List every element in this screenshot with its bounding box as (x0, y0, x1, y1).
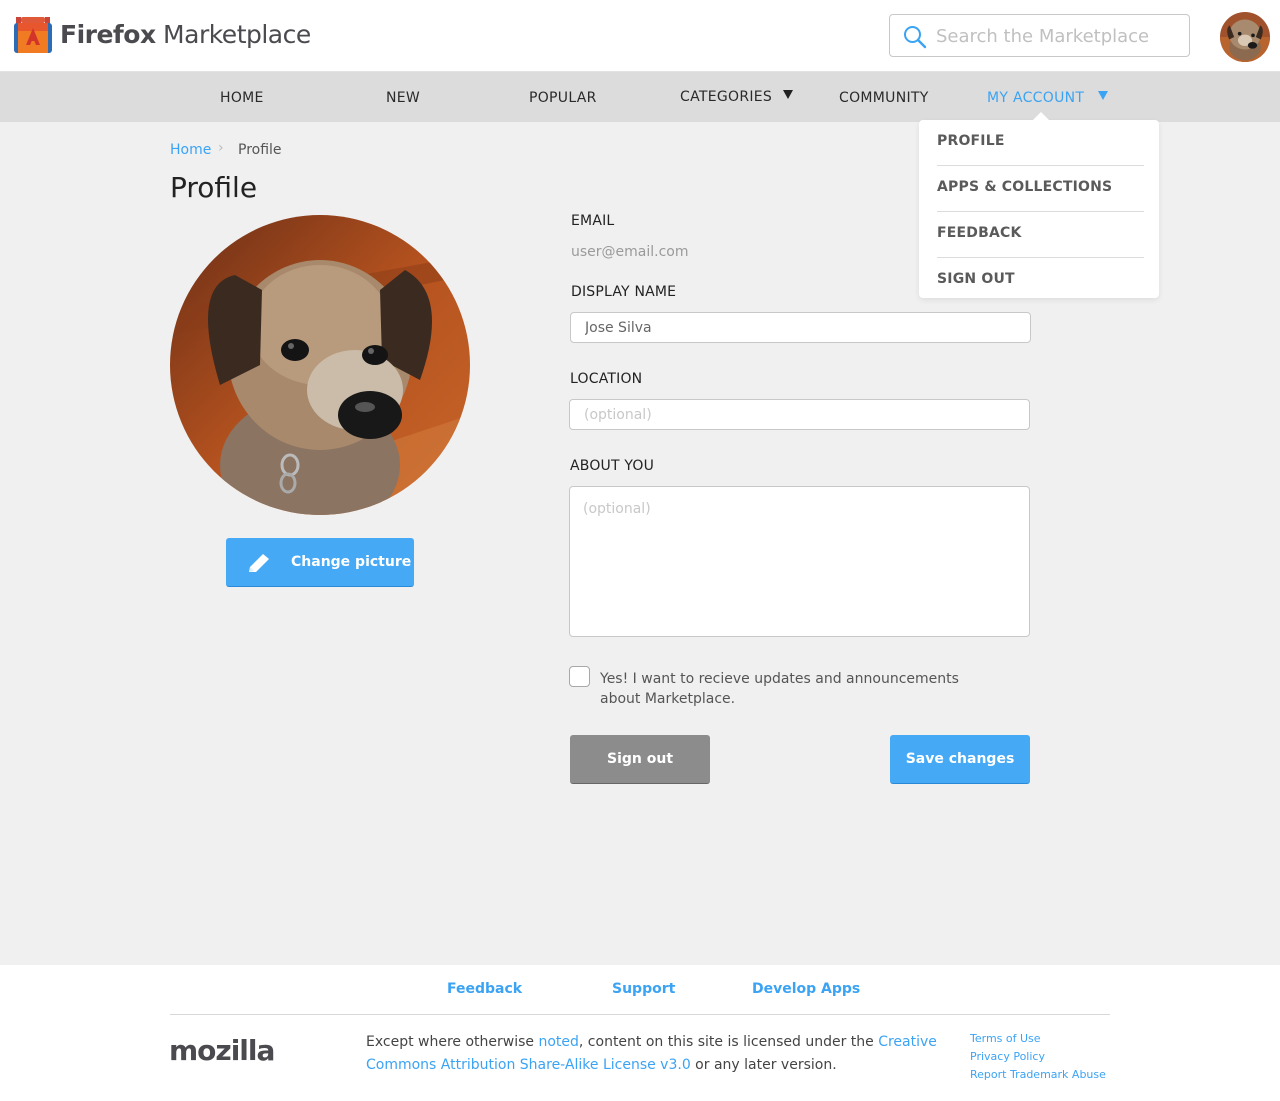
site-footer: Feedback Support Develop Apps mozilla Ex… (0, 965, 1280, 1101)
menu-item-sign-out[interactable]: SIGN OUT (937, 258, 1144, 304)
footer-link-support[interactable]: Support (612, 981, 675, 997)
license-text: Except where otherwise noted, content on… (366, 1031, 956, 1077)
mozilla-logo[interactable]: mozilla (169, 1034, 275, 1067)
dog-photo (170, 215, 470, 515)
breadcrumb-home[interactable]: Home (170, 142, 211, 158)
site-header: Firefox Marketplace (0, 0, 1280, 72)
footer-divider (170, 1014, 1110, 1015)
updates-checkbox-label: Yes! I want to recieve updates and annou… (600, 671, 959, 707)
footer-link-feedback[interactable]: Feedback (447, 981, 522, 997)
nav-categories[interactable]: CATEGORIES (680, 89, 793, 105)
nav-my-account[interactable]: MY ACCOUNT (987, 90, 1109, 106)
account-dropdown-menu: PROFILE APPS & COLLECTIONS FEEDBACK SIGN… (919, 112, 1159, 298)
search-icon (904, 26, 927, 49)
brand-suffix: Marketplace (155, 20, 311, 49)
save-changes-button[interactable]: Save changes (890, 735, 1030, 784)
change-picture-button[interactable]: Change picture (226, 538, 414, 587)
main-nav: HOME NEW POPULAR CATEGORIES COMMUNITY MY… (0, 72, 1280, 122)
search-input[interactable] (936, 22, 1176, 50)
legal-link-terms[interactable]: Terms of Use (970, 1032, 1041, 1045)
email-label: EMAIL (571, 213, 615, 229)
location-label: LOCATION (570, 371, 643, 387)
about-label: ABOUT YOU (570, 458, 655, 474)
license-noted-link[interactable]: noted (538, 1034, 578, 1050)
nav-my-account-label: MY ACCOUNT (987, 90, 1085, 106)
menu-item-profile[interactable]: PROFILE (937, 120, 1144, 166)
menu-item-feedback[interactable]: FEEDBACK (937, 212, 1144, 258)
updates-checkbox[interactable] (569, 666, 590, 687)
chevron-down-icon (782, 90, 793, 99)
menu-item-apps-collections[interactable]: APPS & COLLECTIONS (937, 166, 1144, 212)
legal-link-trademark[interactable]: Report Trademark Abuse (970, 1068, 1106, 1081)
profile-picture (170, 215, 470, 515)
pencil-icon (249, 554, 269, 572)
breadcrumb-current: Profile (238, 142, 282, 158)
brand-title[interactable]: Firefox Marketplace (60, 20, 311, 49)
footer-link-develop-apps[interactable]: Develop Apps (752, 981, 860, 997)
license-before: Except where otherwise (366, 1034, 539, 1050)
dog-avatar (1220, 12, 1270, 62)
chevron-down-icon (1098, 91, 1109, 100)
location-field[interactable] (569, 399, 1030, 430)
display-name-field[interactable] (570, 312, 1031, 343)
sign-out-button[interactable]: Sign out (570, 735, 710, 784)
legal-link-privacy[interactable]: Privacy Policy (970, 1050, 1045, 1063)
email-value: user@email.com (571, 244, 689, 260)
license-mid: , content on this site is licensed under… (578, 1034, 879, 1050)
search-box[interactable] (889, 14, 1190, 57)
user-avatar[interactable] (1220, 12, 1270, 62)
nav-home[interactable]: HOME (220, 90, 264, 106)
about-field[interactable] (569, 486, 1030, 637)
marketplace-bag-icon[interactable] (12, 14, 54, 56)
change-picture-label: Change picture (291, 554, 412, 570)
page-title: Profile (170, 171, 258, 204)
nav-new[interactable]: NEW (386, 90, 420, 106)
display-name-label: DISPLAY NAME (571, 284, 677, 300)
chevron-right-icon: › (218, 140, 224, 156)
nav-popular[interactable]: POPULAR (529, 90, 597, 106)
nav-categories-label: CATEGORIES (680, 89, 773, 105)
license-after: or any later version. (690, 1057, 837, 1073)
nav-community[interactable]: COMMUNITY (839, 90, 929, 106)
brand-prefix: Firefox (60, 20, 156, 49)
